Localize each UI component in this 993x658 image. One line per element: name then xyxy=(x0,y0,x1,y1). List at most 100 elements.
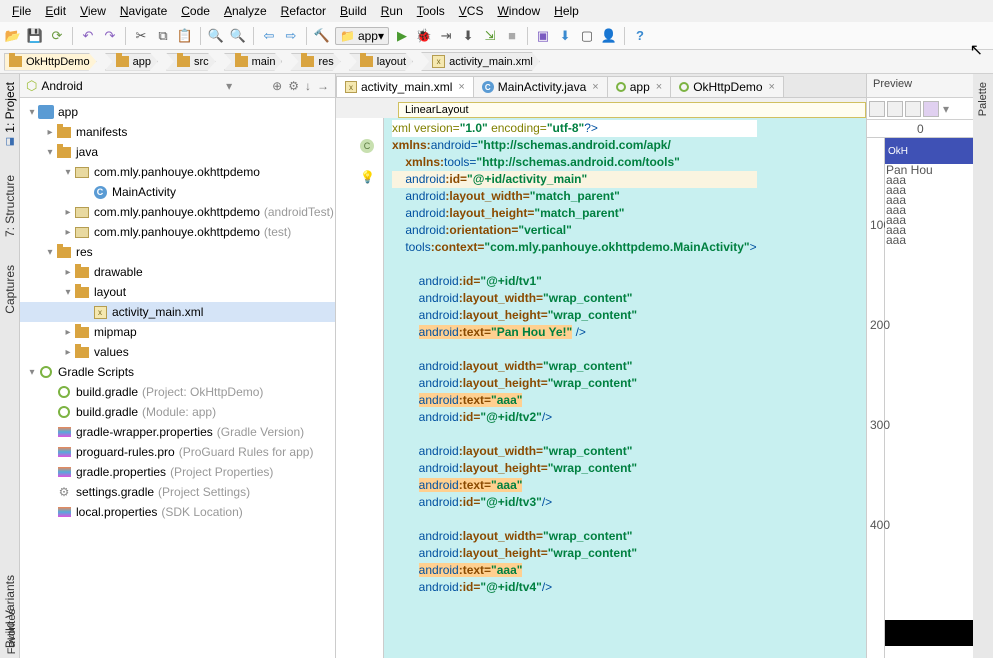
code-content[interactable]: xml version="1.0" encoding="utf-8"?>xmln… xyxy=(384,118,757,658)
tree-item-16[interactable]: gradle-wrapper.properties(Gradle Version… xyxy=(20,422,335,442)
menu-code[interactable]: Code xyxy=(175,2,216,20)
tree-item-13[interactable]: ▾Gradle Scripts xyxy=(20,362,335,382)
pv-btn-4[interactable] xyxy=(923,101,939,117)
editor-tab-3[interactable]: OkHttpDemo× xyxy=(670,76,784,97)
run-icon[interactable]: ▶ xyxy=(393,27,411,45)
menu-window[interactable]: Window xyxy=(491,2,546,20)
breadcrumb-1[interactable]: app xyxy=(105,53,158,71)
menu-view[interactable]: View xyxy=(74,2,112,20)
captures-tab[interactable]: Captures xyxy=(2,261,18,318)
paste-icon[interactable]: 📋 xyxy=(176,27,194,45)
help-icon[interactable]: ? xyxy=(631,27,649,45)
preview-toolbar: ▾ xyxy=(867,98,973,120)
profile-icon[interactable]: ⇥ xyxy=(437,27,455,45)
run-config-combo[interactable]: 📁app ▾ xyxy=(335,27,389,45)
breadcrumb-3[interactable]: main xyxy=(224,53,283,71)
settings-icon[interactable]: ⚙ xyxy=(288,79,299,93)
tab-close-icon[interactable]: × xyxy=(592,81,598,93)
project-tab[interactable]: ◧ 1: Project xyxy=(2,78,18,151)
redo-icon[interactable]: ↷ xyxy=(101,27,119,45)
undo-icon[interactable]: ↶ xyxy=(79,27,97,45)
panel-tools: ⊕ ⚙ ↓ → xyxy=(272,79,329,93)
tree-item-15[interactable]: build.gradle(Module: app) xyxy=(20,402,335,422)
tree-item-8[interactable]: ▸drawable xyxy=(20,262,335,282)
menu-analyze[interactable]: Analyze xyxy=(218,2,273,20)
pv-btn-3[interactable] xyxy=(905,101,921,117)
menu-run[interactable]: Run xyxy=(375,2,409,20)
forward-icon[interactable]: ⇨ xyxy=(282,27,300,45)
menu-help[interactable]: Help xyxy=(548,2,585,20)
preview-navbar xyxy=(885,620,973,646)
editor-tab-1[interactable]: CMainActivity.java× xyxy=(473,76,608,97)
tree-item-6[interactable]: ▸com.mly.panhouye.okhttpdemo(test) xyxy=(20,222,335,242)
make-icon[interactable]: 🔨 xyxy=(313,27,331,45)
copy-icon[interactable]: ⧉ xyxy=(154,27,172,45)
panel-chevron-icon[interactable]: ▾ xyxy=(226,79,232,93)
code-editor[interactable]: C 💡 xml version="1.0" encoding="utf-8"?>… xyxy=(336,118,866,658)
layout-breadcrumb[interactable]: LinearLayout xyxy=(398,102,866,118)
menu-tools[interactable]: Tools xyxy=(411,2,451,20)
tree-item-17[interactable]: proguard-rules.pro(ProGuard Rules for ap… xyxy=(20,442,335,462)
tree-item-2[interactable]: ▾java xyxy=(20,142,335,162)
favorites-tab[interactable]: Favorites xyxy=(0,605,20,658)
preview-header: Preview xyxy=(867,74,973,98)
coverage-icon[interactable]: ⇲ xyxy=(481,27,499,45)
collapse-icon[interactable]: ⊕ xyxy=(272,79,282,93)
tree-item-19[interactable]: ⚙settings.gradle(Project Settings) xyxy=(20,482,335,502)
breadcrumb-4[interactable]: res xyxy=(290,53,340,71)
tree-item-7[interactable]: ▾res xyxy=(20,242,335,262)
open-icon[interactable]: 📂 xyxy=(4,27,22,45)
tree-item-0[interactable]: ▾app xyxy=(20,102,335,122)
class-marker-icon[interactable]: C xyxy=(360,139,374,153)
palette-tab[interactable]: Palette xyxy=(976,78,990,120)
tab-close-icon[interactable]: × xyxy=(458,81,464,93)
find-icon[interactable]: 🔍 xyxy=(207,27,225,45)
monitor-icon[interactable]: 👤 xyxy=(600,27,618,45)
pv-chev-icon[interactable]: ▾ xyxy=(943,102,949,116)
menu-edit[interactable]: Edit xyxy=(39,2,72,20)
menu-build[interactable]: Build xyxy=(334,2,373,20)
tree-item-14[interactable]: build.gradle(Project: OkHttpDemo) xyxy=(20,382,335,402)
tree-item-18[interactable]: gradle.properties(Project Properties) xyxy=(20,462,335,482)
editor-tab-0[interactable]: xactivity_main.xml× xyxy=(336,76,474,97)
menu-navigate[interactable]: Navigate xyxy=(114,2,173,20)
debug-icon[interactable]: 🐞 xyxy=(415,27,433,45)
cut-icon[interactable]: ✂ xyxy=(132,27,150,45)
menu-refactor[interactable]: Refactor xyxy=(275,2,332,20)
hide-icon[interactable]: ↓ xyxy=(305,79,311,93)
breadcrumb-0[interactable]: OkHttpDemo xyxy=(4,53,97,71)
tree-item-9[interactable]: ▾layout xyxy=(20,282,335,302)
stop-icon[interactable]: ■ xyxy=(503,27,521,45)
layout-icon[interactable]: ▢ xyxy=(578,27,596,45)
preview-device: OkH Pan Houaaaaaaaaaaaaaaaaaaaaa xyxy=(885,138,973,246)
tree-item-1[interactable]: ▸manifests xyxy=(20,122,335,142)
menu-file[interactable]: File xyxy=(6,2,37,20)
menu-vcs[interactable]: VCS xyxy=(453,2,490,20)
editor-tab-2[interactable]: app× xyxy=(607,76,671,97)
sdk-icon[interactable]: ⬇ xyxy=(556,27,574,45)
avd-icon[interactable]: ▣ xyxy=(534,27,552,45)
tree-item-12[interactable]: ▸values xyxy=(20,342,335,362)
breadcrumb-5[interactable]: layout xyxy=(349,53,413,71)
bulb-icon[interactable]: 💡 xyxy=(360,170,383,184)
tree-item-20[interactable]: local.properties(SDK Location) xyxy=(20,502,335,522)
tab-close-icon[interactable]: × xyxy=(769,81,775,93)
tab-close-icon[interactable]: × xyxy=(656,81,662,93)
back-icon[interactable]: ⇦ xyxy=(260,27,278,45)
attach-icon[interactable]: ⬇ xyxy=(459,27,477,45)
replace-icon[interactable]: 🔍 xyxy=(229,27,247,45)
project-tree[interactable]: ▾app▸manifests▾java▾com.mly.panhouye.okh… xyxy=(20,98,335,658)
tree-item-5[interactable]: ▸com.mly.panhouye.okhttpdemo(androidTest… xyxy=(20,202,335,222)
tree-item-4[interactable]: CMainActivity xyxy=(20,182,335,202)
save-icon[interactable]: 💾 xyxy=(26,27,44,45)
more-icon[interactable]: → xyxy=(317,79,329,93)
breadcrumb-6[interactable]: xactivity_main.xml xyxy=(421,52,540,71)
structure-tab[interactable]: 7: Structure xyxy=(2,171,18,241)
tree-item-10[interactable]: xactivity_main.xml xyxy=(20,302,335,322)
tree-item-11[interactable]: ▸mipmap xyxy=(20,322,335,342)
pv-btn-2[interactable] xyxy=(887,101,903,117)
tree-item-3[interactable]: ▾com.mly.panhouye.okhttpdemo xyxy=(20,162,335,182)
pv-btn-1[interactable] xyxy=(869,101,885,117)
breadcrumb-2[interactable]: src xyxy=(166,53,216,71)
sync-icon[interactable]: ⟳ xyxy=(48,27,66,45)
